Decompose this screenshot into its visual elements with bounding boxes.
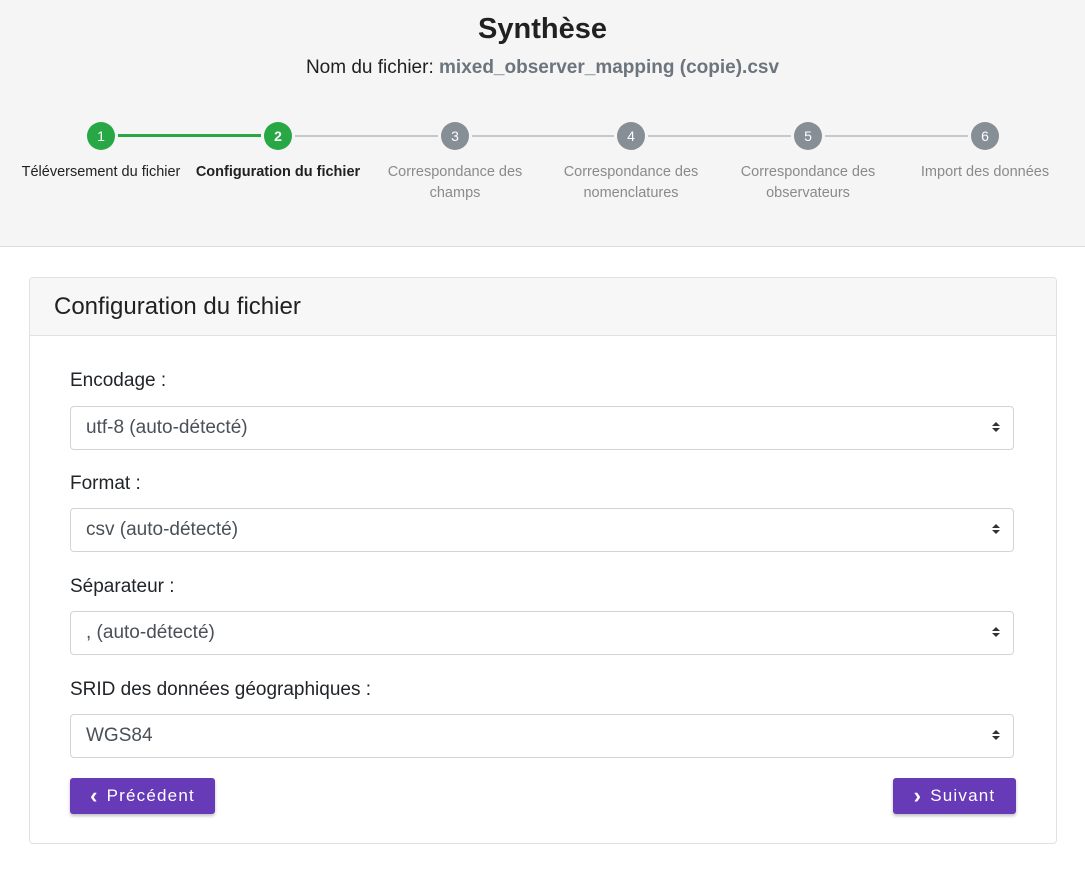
file-config-card: Configuration du fichier Encodage : utf-…: [29, 277, 1057, 844]
file-name: mixed_observer_mapping (copie).csv: [439, 57, 780, 78]
srid-label: SRID des données géographiques :: [70, 679, 372, 700]
srid-selected-value: WGS84: [86, 725, 153, 746]
step-number-badge: 2: [264, 122, 292, 150]
chevron-right-icon: ›: [913, 783, 923, 808]
separator-selected-value: , (auto-détecté): [86, 622, 215, 643]
select-arrows-icon: [992, 422, 1000, 434]
step-label: Configuration du fichier: [195, 164, 361, 180]
srid-select[interactable]: WGS84: [70, 714, 1014, 758]
step-5: 5 Correspondance des observateurs: [733, 122, 883, 204]
step-label: Import des données: [920, 164, 1050, 180]
previous-button[interactable]: ‹ Précédent: [70, 778, 215, 814]
format-label: Format :: [70, 473, 141, 494]
format-select[interactable]: csv (auto-détecté): [70, 508, 1014, 552]
next-button[interactable]: › Suivant: [893, 778, 1016, 814]
file-name-line: Nom du fichier: mixed_observer_mapping (…: [0, 56, 1085, 80]
step-3: 3 Correspondance des champs: [380, 122, 530, 204]
step-number-badge: 6: [971, 122, 999, 150]
file-name-prefix: Nom du fichier:: [305, 57, 434, 78]
step-6: 6 Import des données: [905, 122, 1065, 183]
step-number-badge: 1: [87, 122, 115, 150]
select-arrows-icon: [992, 627, 1000, 639]
step-label: Correspondance des champs: [387, 164, 523, 201]
step-label: Correspondance des nomenclatures: [563, 164, 699, 201]
step-number-badge: 5: [794, 122, 822, 150]
stepper: 1 Téléversement du fichier 2 Configurati…: [0, 122, 1085, 212]
separator-label: Séparateur :: [70, 576, 175, 597]
step-number-badge: 3: [441, 122, 469, 150]
select-arrows-icon: [992, 524, 1000, 536]
previous-button-label: Précédent: [106, 786, 195, 805]
page-header: Synthèse Nom du fichier: mixed_observer_…: [0, 0, 1085, 247]
step-label: Correspondance des observateurs: [740, 164, 876, 201]
step-label: Téléversement du fichier: [21, 164, 181, 180]
select-arrows-icon: [992, 730, 1000, 742]
step-1[interactable]: 1 Téléversement du fichier: [11, 122, 191, 183]
separator-select[interactable]: , (auto-détecté): [70, 611, 1014, 655]
card-title: Configuration du fichier: [30, 278, 1056, 336]
next-button-label: Suivant: [930, 786, 996, 805]
step-number-badge: 4: [617, 122, 645, 150]
step-4: 4 Correspondance des nomenclatures: [556, 122, 706, 204]
encoding-select[interactable]: utf-8 (auto-détecté): [70, 406, 1014, 450]
encoding-label: Encodage :: [70, 370, 167, 391]
format-selected-value: csv (auto-détecté): [86, 519, 239, 540]
encoding-selected-value: utf-8 (auto-détecté): [86, 417, 248, 438]
chevron-left-icon: ‹: [90, 783, 99, 808]
step-2[interactable]: 2 Configuration du fichier: [188, 122, 368, 183]
page-title: Synthèse: [478, 13, 607, 45]
